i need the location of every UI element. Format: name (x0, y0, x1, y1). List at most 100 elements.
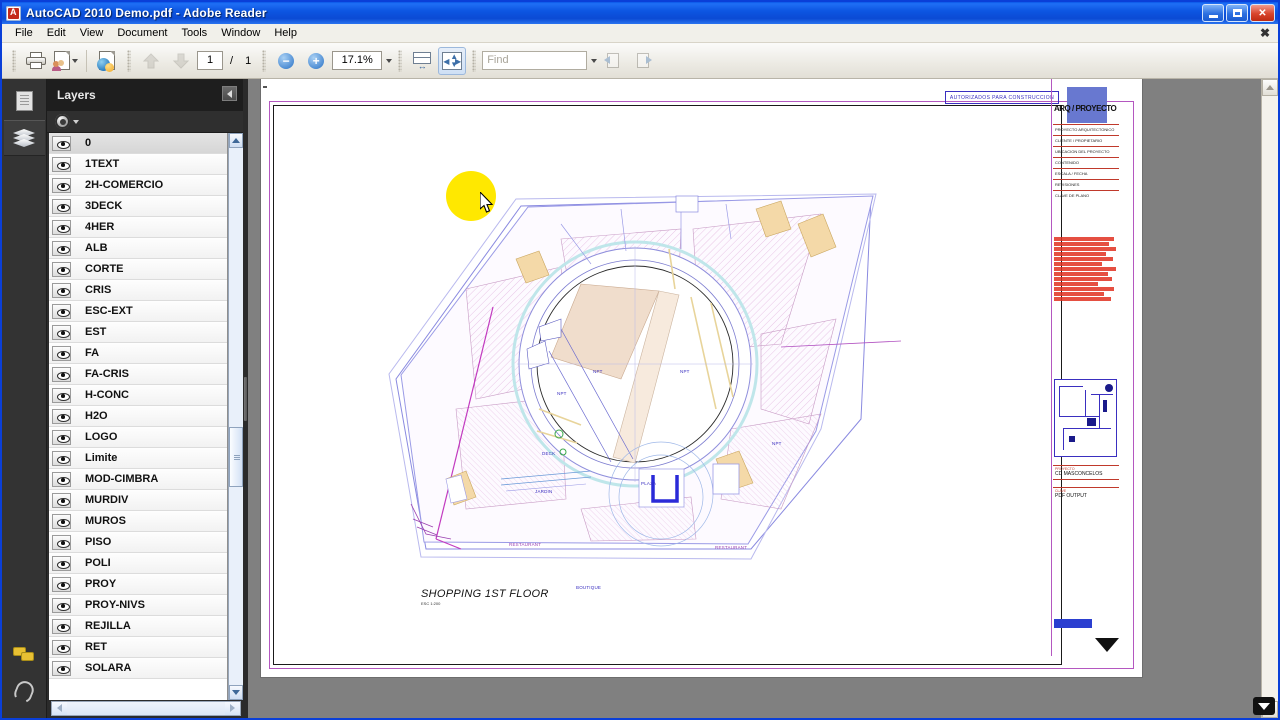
toolbar-grip-3[interactable] (262, 49, 267, 72)
rail-item-pages[interactable] (4, 83, 45, 119)
find-dropdown-icon[interactable] (591, 58, 598, 63)
scroll-left-button[interactable] (52, 701, 67, 715)
scroll-up-button[interactable] (229, 133, 243, 148)
layer-row[interactable]: Limite (49, 448, 227, 469)
scroll-track[interactable] (229, 148, 243, 685)
eye-icon[interactable] (52, 576, 71, 592)
layer-row[interactable]: REJILLA (49, 616, 227, 637)
rail-item-attachments[interactable] (4, 674, 45, 710)
page-number-input[interactable]: 1 (197, 51, 223, 70)
zoom-in-button[interactable]: + (302, 47, 330, 75)
viewer-scroll-up-button[interactable] (1262, 79, 1278, 96)
layer-row[interactable]: POLI (49, 553, 227, 574)
layer-row[interactable]: 3DECK (49, 196, 227, 217)
layer-row[interactable]: 2H-COMERCIO (49, 175, 227, 196)
zoom-out-button[interactable]: − (272, 47, 300, 75)
menu-help[interactable]: Help (267, 25, 304, 41)
email-button[interactable] (52, 47, 80, 75)
layer-row[interactable]: MUROS (49, 511, 227, 532)
expander-button[interactable] (1253, 697, 1275, 715)
layer-row[interactable]: 4HER (49, 217, 227, 238)
eye-icon[interactable] (52, 135, 71, 151)
eye-icon[interactable] (52, 219, 71, 235)
layer-row[interactable]: PROY (49, 574, 227, 595)
eye-icon[interactable] (52, 660, 71, 676)
toolbar-grip-4[interactable] (398, 49, 403, 72)
layer-row[interactable]: RET (49, 637, 227, 658)
layer-list-hscrollbar[interactable] (51, 700, 241, 716)
layer-row[interactable]: SOLARA (49, 658, 227, 679)
layer-row[interactable]: MURDIV (49, 490, 227, 511)
minimize-button[interactable] (1202, 4, 1224, 22)
menu-window[interactable]: Window (214, 25, 267, 41)
eye-icon[interactable] (52, 156, 71, 172)
menu-file[interactable]: File (8, 25, 40, 41)
fit-width-button[interactable]: ↔ (408, 47, 436, 75)
scroll-down-button[interactable] (229, 685, 243, 700)
email-dropdown-icon[interactable] (72, 58, 78, 63)
pan-zoom-button[interactable]: ▲ ▼ ◀ ▶ (438, 46, 467, 75)
eye-icon[interactable] (52, 450, 71, 466)
menu-document[interactable]: Document (110, 25, 174, 41)
layer-list-scrollbar[interactable] (228, 133, 243, 700)
find-previous-button[interactable] (599, 47, 627, 75)
eye-icon[interactable] (52, 513, 71, 529)
toolbar-grip-2[interactable] (127, 49, 131, 72)
maximize-button[interactable] (1226, 4, 1248, 22)
zoom-dropdown-icon[interactable] (386, 58, 393, 63)
layer-row[interactable]: 1TEXT (49, 154, 227, 175)
eye-icon[interactable] (52, 639, 71, 655)
zoom-level-input[interactable]: 17.1% (332, 51, 383, 70)
eye-icon[interactable] (52, 597, 71, 613)
close-button[interactable]: ✕ (1250, 4, 1275, 22)
eye-icon[interactable] (52, 408, 71, 424)
find-input[interactable]: Find (482, 51, 588, 70)
eye-icon[interactable] (52, 387, 71, 403)
collapse-panel-button[interactable] (222, 86, 237, 101)
layer-row[interactable]: CORTE (49, 259, 227, 280)
eye-icon[interactable] (52, 366, 71, 382)
export-button[interactable] (93, 47, 121, 75)
layer-list[interactable]: 0 1TEXT 2H-COMERCIO 3DECK 4HER ALB CORTE CRIS ES… (49, 133, 228, 700)
layer-row[interactable]: FA-CRIS (49, 364, 227, 385)
layer-row[interactable]: ALB (49, 238, 227, 259)
gear-icon[interactable] (55, 114, 70, 129)
document-viewer[interactable]: AUTORIZADOS PARA CONSTRUCCION DECK JARDI… (248, 79, 1278, 718)
previous-page-button[interactable] (137, 47, 165, 75)
close-document-icon[interactable]: ✖ (1260, 27, 1270, 39)
eye-icon[interactable] (52, 555, 71, 571)
layer-row[interactable]: EST (49, 322, 227, 343)
eye-icon[interactable] (52, 324, 71, 340)
layer-row[interactable]: ESC-EXT (49, 301, 227, 322)
eye-icon[interactable] (52, 282, 71, 298)
scroll-right-button[interactable] (225, 701, 240, 715)
toolbar-grip-5[interactable] (472, 49, 477, 72)
toolbar-grip[interactable] (12, 49, 16, 72)
layer-row[interactable]: PROY-NIVS (49, 595, 227, 616)
print-button[interactable] (22, 47, 50, 75)
eye-icon[interactable] (52, 471, 71, 487)
eye-icon[interactable] (52, 492, 71, 508)
layer-row[interactable]: CRIS (49, 280, 227, 301)
eye-icon[interactable] (52, 429, 71, 445)
layer-row[interactable]: MOD-CIMBRA (49, 469, 227, 490)
layer-row[interactable]: PISO (49, 532, 227, 553)
eye-icon[interactable] (52, 240, 71, 256)
eye-icon[interactable] (52, 618, 71, 634)
eye-icon[interactable] (52, 534, 71, 550)
rail-item-layers[interactable] (3, 120, 45, 156)
next-page-button[interactable] (167, 47, 195, 75)
eye-icon[interactable] (52, 345, 71, 361)
eye-icon[interactable] (52, 198, 71, 214)
find-next-button[interactable] (629, 47, 657, 75)
menu-edit[interactable]: Edit (40, 25, 73, 41)
eye-icon[interactable] (52, 303, 71, 319)
layer-row[interactable]: LOGO (49, 427, 227, 448)
menu-view[interactable]: View (73, 25, 111, 41)
layer-row[interactable]: FA (49, 343, 227, 364)
eye-icon[interactable] (52, 261, 71, 277)
pdf-page[interactable]: AUTORIZADOS PARA CONSTRUCCION DECK JARDI… (261, 79, 1142, 677)
rail-item-comments[interactable] (4, 637, 45, 673)
menu-tools[interactable]: Tools (175, 25, 215, 41)
layer-row[interactable]: 0 (49, 133, 227, 154)
